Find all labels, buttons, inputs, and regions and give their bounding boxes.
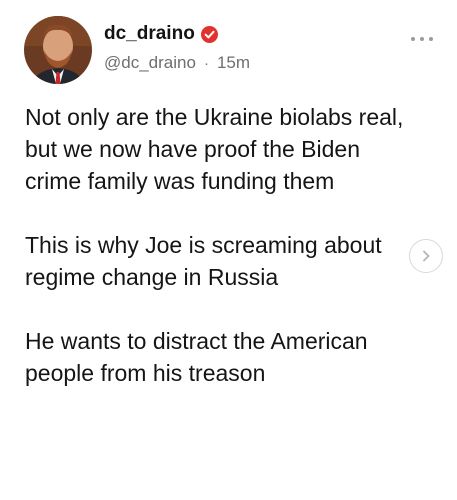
more-dot (420, 37, 424, 41)
next-slide-button[interactable] (409, 239, 443, 273)
avatar-photo (24, 16, 92, 84)
more-dot (429, 37, 433, 41)
meta-row: @dc_draino · 15m (104, 52, 250, 74)
more-dot (411, 37, 415, 41)
post-body: Not only are the Ukraine biolabs real, b… (25, 101, 415, 389)
name-row: dc_draino (104, 22, 250, 46)
author-handle[interactable]: @dc_draino (104, 53, 196, 73)
verified-badge-icon (200, 25, 218, 43)
post-paragraph: Not only are the Ukraine biolabs real, b… (25, 104, 404, 194)
post-timestamp: 15m (216, 53, 251, 72)
post-paragraph: He wants to distract the American people… (25, 328, 368, 386)
chevron-right-icon (423, 250, 430, 262)
more-horizontal-icon[interactable] (411, 35, 433, 43)
meta-separator: · (203, 54, 209, 72)
social-post: dc_draino @dc_draino · 15m Not only are … (0, 0, 457, 500)
author-display-name[interactable]: dc_draino (104, 23, 195, 45)
author-identity: dc_draino @dc_draino · 15m (104, 22, 250, 74)
author-avatar[interactable] (24, 16, 92, 84)
post-paragraph: This is why Joe is screaming about regim… (25, 232, 382, 290)
